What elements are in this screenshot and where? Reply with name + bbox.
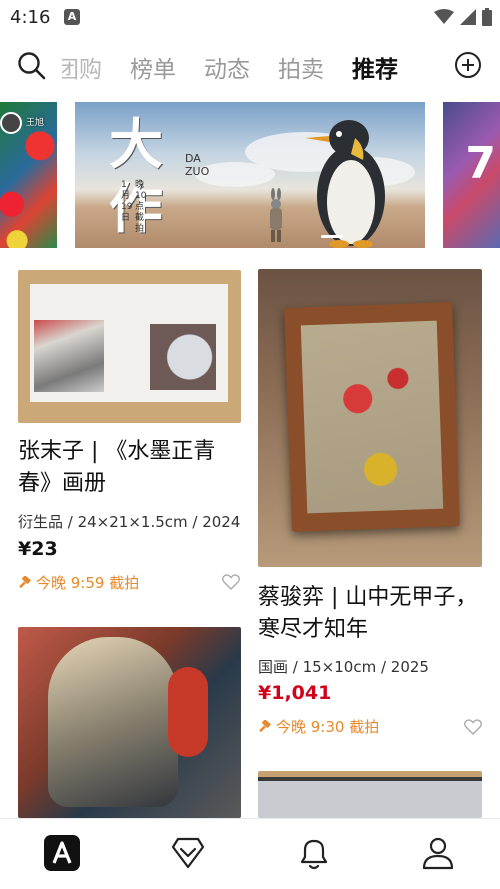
artwork-title: 蔡骏弈 | 山中无甲子， 寒尽才知年 [258, 582, 490, 646]
banner-carousel[interactable]: 王旭 大作 DA ZUO 1月19日 晚10点截拍 7 [0, 102, 500, 250]
bottom-navigation [0, 818, 500, 889]
bell-icon[interactable] [296, 835, 332, 871]
gavel-icon [259, 719, 271, 732]
artwork-price: ¥1,041 [258, 682, 332, 704]
wifi-icon [434, 9, 454, 24]
banner-pinyin: DA ZUO [185, 152, 209, 178]
category-tabs: 团购 榜单 动态 拍卖 推荐 [62, 50, 398, 84]
system-icons [434, 8, 492, 26]
tab-rankings[interactable]: 榜单 [130, 50, 176, 84]
frame-art [300, 320, 444, 514]
auction-deadline: 今晚 9:30 截拍 [258, 716, 379, 737]
penguin-figure [305, 120, 385, 248]
heart-icon[interactable] [464, 719, 482, 735]
banner-pinyin-1: DA [185, 152, 201, 165]
banner-next-slide[interactable]: 7 [443, 102, 500, 248]
auction-deadline-text: 今晚 9:30 截拍 [276, 718, 380, 736]
profile-icon[interactable] [420, 835, 456, 871]
banner-date: 1月19日 [121, 180, 133, 223]
banner-username: 王旭 [26, 118, 45, 128]
artwork-image[interactable] [18, 270, 241, 423]
tab-auction[interactable]: 拍卖 [278, 50, 324, 84]
artwork-title-line1: 蔡骏弈 | 山中无甲子， [258, 585, 478, 610]
tab-group-buy[interactable]: 团购 [62, 50, 102, 84]
print-thumbnail-right [150, 324, 216, 390]
artwork-title-line1: 张末子 | 《水墨正青 [18, 439, 216, 464]
banner-prev-slide[interactable]: 王旭 [0, 102, 57, 248]
status-time: 4:16 [10, 7, 51, 28]
rabbit-figure [270, 188, 282, 242]
artwork-meta: 国画 / 15×10cm / 2025 [258, 658, 429, 676]
artwork-image[interactable] [258, 269, 482, 567]
painting-figure [48, 637, 178, 807]
search-icon[interactable] [17, 51, 47, 81]
auction-deadline: 今晚 9:59 截拍 [18, 572, 139, 593]
signal-icon [460, 9, 476, 25]
next-slide-glyph: 7 [465, 138, 496, 189]
heart-icon[interactable] [222, 574, 240, 590]
status-bar: 4:16 A [0, 0, 500, 36]
add-icon[interactable] [454, 51, 482, 79]
top-navigation: 团购 榜单 动态 拍卖 推荐 [0, 40, 500, 90]
shop-diamond-icon[interactable] [170, 835, 206, 871]
painting-shape [168, 667, 208, 757]
frame [284, 302, 460, 532]
tab-feed[interactable]: 动态 [204, 50, 250, 84]
artwork-title-line2: 寒尽才知年 [258, 617, 369, 642]
tab-recommended[interactable]: 推荐 [352, 50, 398, 84]
artwork-title: 张末子 | 《水墨正青 春》画册 [18, 436, 243, 500]
gavel-icon [19, 575, 31, 588]
banner-deadline: 晚10点截拍 [135, 180, 147, 234]
print-thumbnail-left [34, 320, 104, 392]
artwork-image[interactable] [18, 627, 241, 818]
artwork-title-line2: 春》画册 [18, 471, 107, 496]
banner-current-slide[interactable]: 大作 DA ZUO 1月19日 晚10点截拍 [75, 102, 425, 248]
artwork-image[interactable] [258, 771, 482, 818]
banner-pinyin-2: ZUO [185, 165, 210, 178]
battery-icon [482, 8, 492, 26]
artwork-price: ¥23 [18, 538, 58, 560]
home-app-icon[interactable] [44, 835, 80, 871]
carousel-indicator [321, 235, 343, 238]
app-notification-icon: A [64, 9, 80, 25]
avatar [0, 112, 22, 134]
artwork-meta: 衍生品 / 24×21×1.5cm / 2024 [18, 513, 241, 531]
auction-deadline-text: 今晚 9:59 截拍 [36, 574, 140, 592]
